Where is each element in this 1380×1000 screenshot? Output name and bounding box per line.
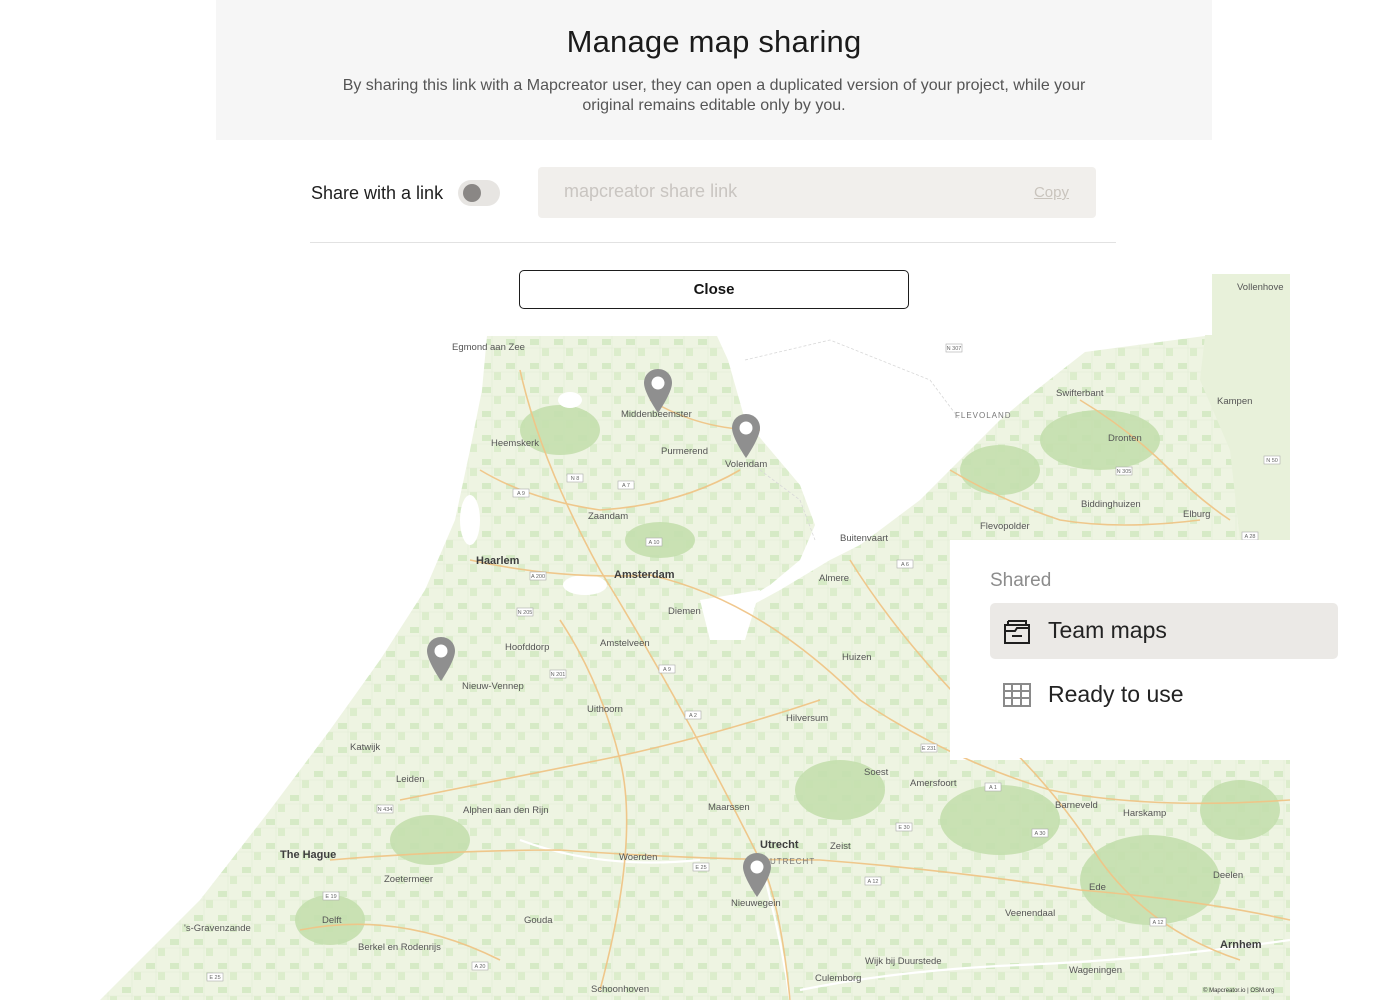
share-modal-header: Manage map sharing By sharing this link … [216,0,1212,140]
label-nieuwegein: Nieuwegein [731,898,781,909]
road-shield-label: E 25 [209,975,220,981]
label-soest: Soest [864,767,889,778]
road-shield-label: N 305 [1117,469,1132,475]
road-shield-label: N 8 [571,476,580,482]
label-biddinghuizen: Biddinghuizen [1081,499,1141,510]
label-wageningen: Wageningen [1069,965,1122,976]
label-gouda: Gouda [524,915,553,926]
label-hoofddorp: Hoofddorp [505,642,549,653]
shared-heading: Shared [990,570,1052,591]
label-purmerend: Purmerend [661,446,708,457]
label-amsterdam: Amsterdam [614,569,675,581]
label-delft: Delft [322,915,342,926]
shared-side-panel: Shared Team maps Ready to use [950,540,1380,758]
label-schoonhoven: Schoonhoven [591,984,649,995]
label-leiden: Leiden [396,774,425,785]
side-item-team-maps[interactable]: Team maps [990,603,1338,659]
road-shield-label: E 231 [922,746,936,752]
road-shield-label: A 200 [531,574,545,580]
label-kampen: Kampen [1217,396,1252,407]
road-shield-label: N 201 [551,672,566,678]
road-shield-label: A 12 [1152,920,1163,926]
map-grid-icon [1003,683,1031,707]
label-zeist: Zeist [830,841,851,852]
folder-icon [1004,620,1030,644]
map-credit: © Mapcreator.io | OSM.org [1203,987,1274,994]
side-item-label: Ready to use [1048,681,1184,707]
label-utrecht: Utrecht [760,839,799,851]
road-shield-label: A 30 [1034,831,1045,837]
label-the-hague: The Hague [280,849,336,861]
label-amersfoort: Amersfoort [910,778,957,789]
label-heemskerk: Heemskerk [491,438,539,449]
road-shield-label: N 307 [947,346,962,352]
road-shield-label: E 25 [695,865,706,871]
label-arnhem: Arnhem [1220,939,1262,951]
label-buitenvaart: Buitenvaart [840,533,888,544]
side-item-label: Team maps [1048,617,1167,643]
label-flevopolder: Flevopolder [980,521,1030,532]
label-zaandam: Zaandam [588,511,628,522]
toggle-knob [463,184,481,202]
label-egmond: Egmond aan Zee [452,342,525,353]
label-woerden: Woerden [619,852,657,863]
share-link-field: Copy [538,167,1096,218]
label-maarssen: Maarssen [708,802,750,813]
road-shield-label: A 9 [517,491,525,497]
label-dronten: Dronten [1108,433,1142,444]
label-zoetermeer: Zoetermeer [384,874,433,885]
road-shield-label: A 12 [867,879,878,885]
road-shield-label: E 19 [325,894,336,900]
label-diemen: Diemen [668,606,701,617]
side-item-ready-to-use[interactable]: Ready to use [990,667,1338,723]
divider [310,242,1116,243]
share-modal-body: Share with a link Copy Close [216,140,1212,335]
label-flevoland: FLEVOLAND [955,411,1012,420]
copy-link-button[interactable]: Copy [1034,184,1069,201]
label-elburg: Elburg [1183,509,1210,520]
modal-description: By sharing this link with a Mapcreator u… [342,77,1086,114]
label-veenendaal: Veenendaal [1005,908,1055,919]
label-barneveld: Barneveld [1055,800,1098,811]
close-button[interactable]: Close [519,270,909,309]
road-shield-label: N 434 [378,807,393,813]
label-katwijk: Katwijk [350,742,380,753]
label-deelen: Deelen [1213,870,1243,881]
label-alphen: Alphen aan den Rijn [463,805,549,816]
share-link-input[interactable] [564,181,984,202]
road-shield-label: N 205 [518,610,533,616]
road-shield-label: A 6 [901,562,909,568]
label-hilversum: Hilversum [786,713,828,724]
modal-title: Manage map sharing [566,24,862,59]
label-culemborg: Culemborg [815,973,861,984]
label-almere: Almere [819,573,849,584]
share-with-link-label: Share with a link [311,183,444,203]
label-volendam: Volendam [725,459,767,470]
road-shield-label: N 50 [1266,458,1278,464]
label-huizen: Huizen [842,652,872,663]
label-ede: Ede [1089,882,1106,893]
road-shield-label: A 2 [689,713,697,719]
label-haarlem: Haarlem [476,555,520,567]
label-vollenhove: Vollenhove [1237,282,1283,293]
label-utrecht-region: UTRECHT [770,857,815,866]
road-shield-label: A 20 [474,964,485,970]
label-nieuw-vennep: Nieuw-Vennep [462,681,524,692]
label-gravenzande: 's-Gravenzande [184,923,251,934]
road-shield-label: A 1 [989,785,997,791]
road-shield-label: A 10 [648,540,659,546]
label-harskamp: Harskamp [1123,808,1166,819]
label-berkel: Berkel en Rodenrijs [358,942,441,953]
share-link-toggle[interactable] [458,180,500,206]
label-wijk-bij-duurstede: Wijk bij Duurstede [865,956,942,967]
road-shield-label: E 30 [898,825,909,831]
road-shield-label: A 7 [622,483,630,489]
road-shield-label: A 9 [663,667,671,673]
label-uithoorn: Uithoorn [587,704,623,715]
label-swifterbant: Swifterbant [1056,388,1104,399]
label-amstelveen: Amstelveen [600,638,650,649]
label-middenbeemster: Middenbeemster [621,409,692,420]
